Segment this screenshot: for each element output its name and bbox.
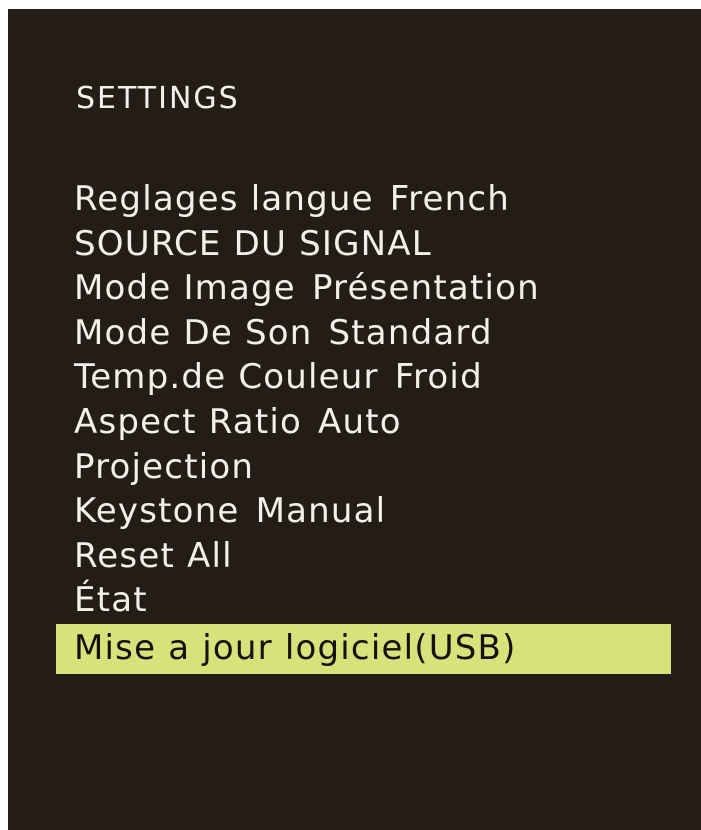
menu-item-row: Aspect Ratio Auto bbox=[74, 400, 402, 445]
menu-item-value: Manual bbox=[255, 491, 387, 532]
menu-item-value: Standard bbox=[328, 312, 493, 353]
menu-item-row: Reglages langue French bbox=[74, 177, 510, 222]
menu-item-label: SOURCE DU SIGNAL bbox=[74, 223, 432, 264]
menu-item-label: Reglages langue bbox=[74, 179, 374, 219]
menu-item-language[interactable]: Reglages langue French bbox=[8, 177, 701, 222]
menu-item-keystone[interactable]: Keystone Manual bbox=[8, 489, 701, 534]
menu-item-label: Mode De Son bbox=[74, 312, 313, 353]
menu-item-sound-mode[interactable]: Mode De Son Standard bbox=[8, 311, 701, 356]
menu-item-picture-mode[interactable]: Mode Image Présentation bbox=[8, 266, 701, 311]
menu-item-row: Reset All bbox=[74, 534, 233, 579]
menu-item-value: Auto bbox=[318, 401, 402, 442]
menu-item-label: État bbox=[74, 580, 148, 621]
menu-item-value: French bbox=[389, 179, 511, 219]
settings-menu-list: Reglages langue French SOURCE DU SIGNAL M… bbox=[8, 177, 701, 674]
menu-item-row: SOURCE DU SIGNAL bbox=[74, 222, 432, 267]
menu-title: SETTINGS bbox=[76, 81, 240, 116]
menu-item-label: Mise a jour logiciel(USB) bbox=[74, 627, 517, 668]
settings-menu-panel: SETTINGS Reglages langue French SOURCE DU… bbox=[8, 9, 701, 830]
menu-item-reset-all[interactable]: Reset All bbox=[8, 534, 701, 579]
menu-item-label: Aspect Ratio bbox=[74, 401, 302, 442]
menu-item-label: Mode Image bbox=[74, 268, 296, 309]
menu-item-label: Reset All bbox=[74, 535, 233, 576]
menu-item-row: Mise a jour logiciel(USB) bbox=[74, 626, 517, 671]
menu-item-value: Froid bbox=[394, 357, 483, 398]
menu-item-aspect-ratio[interactable]: Aspect Ratio Auto bbox=[8, 400, 701, 445]
menu-item-row: Mode De Son Standard bbox=[74, 311, 493, 356]
menu-item-label: Projection bbox=[74, 446, 255, 487]
menu-item-color-temp[interactable]: Temp.de Couleur Froid bbox=[8, 355, 701, 400]
menu-item-row: Temp.de Couleur Froid bbox=[74, 355, 483, 400]
menu-item-status[interactable]: État bbox=[8, 578, 701, 623]
menu-item-value: Présentation bbox=[311, 268, 540, 309]
menu-item-row: Projection bbox=[74, 445, 254, 490]
menu-item-row: Mode Image Présentation bbox=[74, 266, 540, 311]
menu-item-row: Keystone Manual bbox=[74, 489, 386, 534]
menu-item-projection[interactable]: Projection bbox=[8, 445, 701, 490]
menu-item-row: État bbox=[74, 578, 148, 623]
menu-item-label: Temp.de Couleur bbox=[74, 357, 379, 398]
menu-item-signal-source[interactable]: SOURCE DU SIGNAL bbox=[8, 222, 701, 267]
menu-item-software-update[interactable]: Mise a jour logiciel(USB) bbox=[8, 623, 701, 674]
menu-item-label: Keystone bbox=[74, 491, 240, 532]
